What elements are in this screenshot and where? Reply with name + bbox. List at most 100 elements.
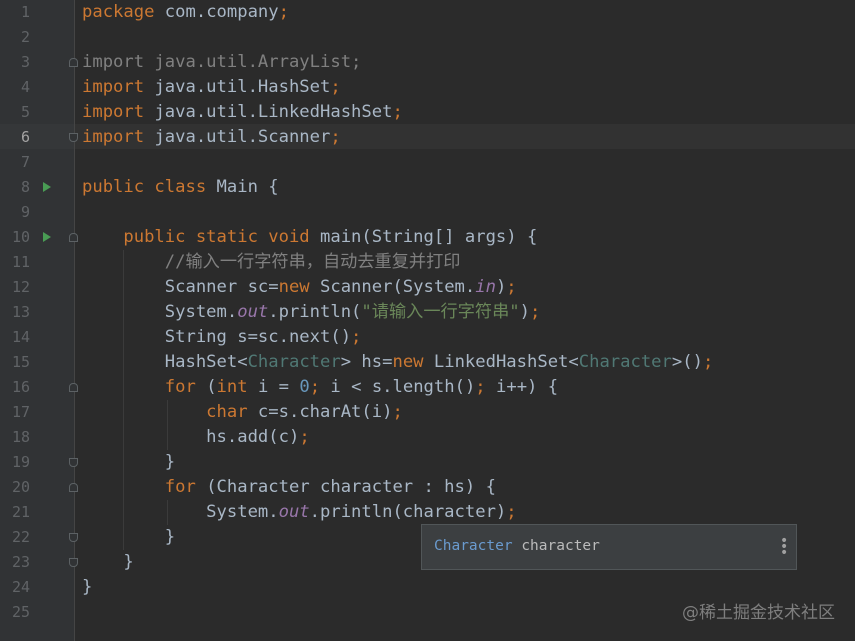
code-token: com.company (164, 2, 279, 22)
code-token: } (82, 577, 93, 597)
fold-icon[interactable] (69, 383, 78, 392)
line-number[interactable]: 3 (0, 50, 30, 75)
code-line[interactable]: 24} (0, 575, 855, 600)
code-token: int (216, 377, 258, 397)
code-token: Character (247, 352, 341, 372)
code-token: HashSet< (82, 352, 248, 372)
line-number[interactable]: 20 (0, 475, 30, 500)
code-token: ( (206, 377, 217, 397)
code-token: ; (475, 377, 496, 397)
code-line[interactable]: 9 (0, 200, 855, 225)
code-token: main(String[] args) { (320, 227, 538, 247)
fold-icon[interactable] (69, 233, 78, 242)
line-number[interactable]: 21 (0, 500, 30, 525)
code-token: ; (392, 102, 403, 122)
code-line[interactable]: 3 import java.util.ArrayList; (0, 50, 855, 75)
code-text: } (82, 525, 175, 550)
fold-end-icon[interactable] (69, 533, 78, 542)
fold-end-icon[interactable] (69, 558, 78, 567)
code-token: i++) { (496, 377, 559, 397)
code-line[interactable]: 16 for (int i = 0; i < s.length(); i++) … (0, 375, 855, 400)
code-token: >() (671, 352, 703, 372)
code-line[interactable]: 15 HashSet<Character> hs=new LinkedHashS… (0, 350, 855, 375)
code-token: LinkedHashSet< (433, 352, 579, 372)
fold-end-icon[interactable] (69, 133, 78, 142)
line-number[interactable]: 2 (0, 25, 30, 50)
code-token: new (392, 352, 434, 372)
code-line[interactable]: 13 System.out.println("请输入一行字符串"); (0, 300, 855, 325)
code-token: public static void (82, 227, 320, 247)
line-number[interactable]: 17 (0, 400, 30, 425)
code-token: Main { (216, 177, 279, 197)
code-line[interactable]: 8 public class Main { (0, 175, 855, 200)
code-token: ; (529, 302, 541, 322)
code-line[interactable]: 6 import java.util.Scanner; (0, 125, 855, 150)
line-number[interactable]: 8 (0, 175, 30, 200)
code-token: import java.util.ArrayList; (82, 52, 362, 72)
code-text: public static void main(String[] args) { (82, 225, 537, 250)
line-number[interactable]: 7 (0, 150, 30, 175)
fold-icon[interactable] (69, 58, 78, 67)
line-number[interactable]: 9 (0, 200, 30, 225)
code-line[interactable]: 5 import java.util.LinkedHashSet; (0, 100, 855, 125)
line-number[interactable]: 16 (0, 375, 30, 400)
code-line[interactable]: 17 char c=s.charAt(i); (0, 400, 855, 425)
line-number[interactable]: 24 (0, 575, 30, 600)
code-line[interactable]: 18 hs.add(c); (0, 425, 855, 450)
code-token: System. (82, 502, 279, 522)
fold-end-icon[interactable] (69, 458, 78, 467)
parameter-info-tooltip: Character character • • • (421, 524, 797, 570)
line-number[interactable]: 19 (0, 450, 30, 475)
code-text: Scanner sc=new Scanner(System.in); (82, 275, 517, 300)
code-text: System.out.println("请输入一行字符串"); (82, 300, 541, 325)
code-text: import java.util.ArrayList; (82, 50, 361, 75)
line-number[interactable]: 22 (0, 525, 30, 550)
code-token: String s=sc.next() (82, 327, 352, 347)
code-text: //输入一行字符串，自动去重复并打印 (82, 250, 461, 275)
line-number[interactable]: 13 (0, 300, 30, 325)
code-line[interactable]: 20 for (Character character : hs) { (0, 475, 855, 500)
fold-icon[interactable] (69, 483, 78, 492)
line-number[interactable]: 6 (0, 125, 30, 150)
line-number[interactable]: 4 (0, 75, 30, 100)
code-text: import java.util.HashSet; (82, 75, 341, 100)
code-token: "请输入一行字符串" (361, 302, 520, 322)
code-token: ; (330, 127, 341, 147)
line-number[interactable]: 15 (0, 350, 30, 375)
code-text: HashSet<Character> hs=new LinkedHashSet<… (82, 350, 714, 375)
line-number[interactable]: 1 (0, 0, 30, 25)
line-number[interactable]: 14 (0, 325, 30, 350)
code-line[interactable]: 2 (0, 25, 855, 50)
code-line[interactable]: 21 System.out.println(character); (0, 500, 855, 525)
line-number[interactable]: 12 (0, 275, 30, 300)
tooltip-type: Character (434, 538, 513, 554)
code-line[interactable]: 1 package com.company; (0, 0, 855, 25)
code-line[interactable]: 14 String s=sc.next(); (0, 325, 855, 350)
line-number[interactable]: 25 (0, 600, 30, 625)
run-icon[interactable] (43, 232, 51, 242)
code-text: char c=s.charAt(i); (82, 400, 403, 425)
vertical-ellipsis-icon[interactable]: • • • (780, 534, 788, 560)
code-token: .println(character) (309, 502, 507, 522)
code-line[interactable]: 10 public static void main(String[] args… (0, 225, 855, 250)
code-line[interactable]: 12 Scanner sc=new Scanner(System.in); (0, 275, 855, 300)
code-line[interactable]: 11 //输入一行字符串，自动去重复并打印 (0, 250, 855, 275)
code-line[interactable]: 4 import java.util.HashSet; (0, 75, 855, 100)
line-number[interactable]: 18 (0, 425, 30, 450)
code-token: ; (278, 2, 289, 22)
code-text: } (82, 575, 92, 600)
code-line[interactable]: 19 } (0, 450, 855, 475)
code-line[interactable]: 7 (0, 150, 855, 175)
code-token: for (82, 477, 207, 497)
code-token: > hs= (340, 352, 393, 372)
line-number[interactable]: 23 (0, 550, 30, 575)
run-icon[interactable] (43, 182, 51, 192)
code-token: //输入一行字符串，自动去重复并打印 (82, 252, 461, 272)
line-number[interactable]: 5 (0, 100, 30, 125)
code-token: Character (578, 352, 672, 372)
line-number[interactable]: 10 (0, 225, 30, 250)
code-token: ; (351, 327, 362, 347)
code-token: } (82, 452, 176, 472)
code-text: hs.add(c); (82, 425, 310, 450)
line-number[interactable]: 11 (0, 250, 30, 275)
